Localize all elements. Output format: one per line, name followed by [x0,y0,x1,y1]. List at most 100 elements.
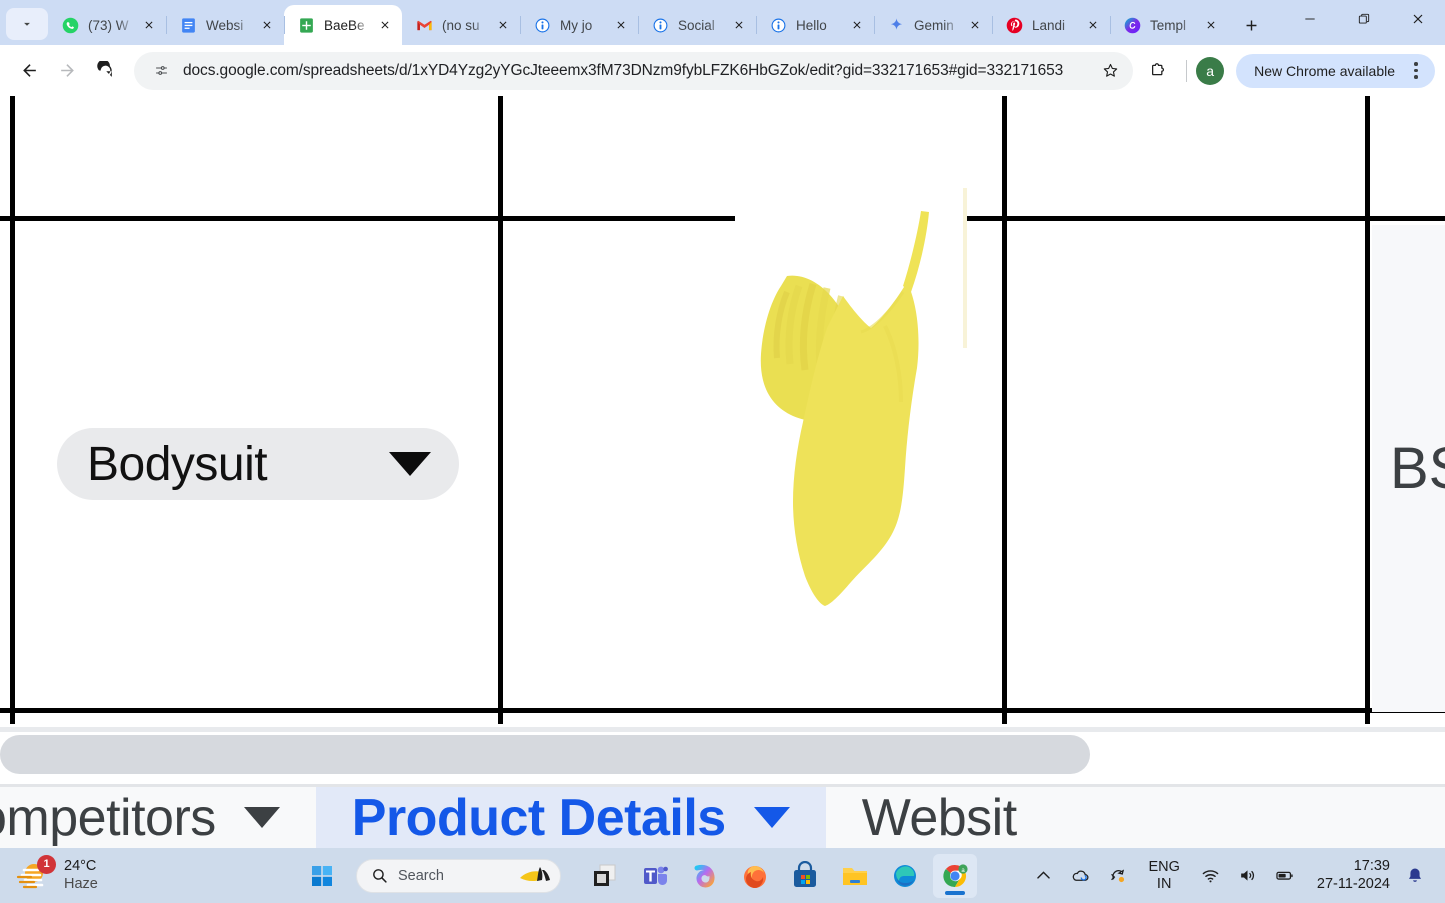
task-view-button[interactable] [583,854,627,898]
grid-horizontal-line-bottom [0,708,1445,713]
forward-button[interactable] [48,52,86,90]
tab-title: Hello [796,17,827,33]
windows-start-icon [312,865,332,886]
close-icon [263,21,271,29]
tab-separator [756,16,757,34]
tab-separator [520,16,521,34]
star-icon [1103,63,1117,77]
browser-tab-my-job[interactable]: My jo [520,5,638,45]
microsoft-store-button[interactable] [783,854,827,898]
close-window-button[interactable] [1391,0,1445,38]
browser-tab-whatsapp[interactable]: (73) W [48,5,166,45]
close-icon [971,21,979,29]
cell-text: BS [1390,436,1445,501]
tray-overflow-button[interactable] [1025,854,1062,898]
sheet-tab-competitors[interactable]: ompetitors [0,787,316,848]
profile-avatar[interactable]: a [1196,56,1225,85]
browser-tab-template[interactable]: Templ [1110,5,1228,45]
google-sheets-icon [298,17,315,34]
sheet-tab-product-details[interactable]: Product Details [315,787,826,848]
sheet-tab-bar: ompetitors Product Details Websit [0,784,1445,848]
spreadsheet-grid[interactable]: Bodysuit BS [0,96,1445,724]
chevron-down-icon[interactable] [243,807,280,828]
tab-close-button[interactable] [610,14,632,36]
browser-tab-gemini[interactable]: Gemin [874,5,992,45]
tab-close-button[interactable] [374,14,396,36]
tab-close-button[interactable] [1200,14,1222,36]
battery-button[interactable] [1266,854,1303,898]
grid-horizontal-line-top [0,216,1445,221]
tab-close-button[interactable] [492,14,514,36]
restore-icon [1358,13,1370,24]
maximize-button[interactable] [1337,0,1391,38]
tab-close-button[interactable] [728,14,750,36]
clock[interactable]: 17:39 27-11-2024 [1303,858,1401,893]
tab-close-button[interactable] [138,14,160,36]
tab-separator [284,16,285,34]
tab-close-button[interactable] [964,14,986,36]
tab-title: (no su [442,17,480,33]
browser-tab-baebe-sheet[interactable]: BaeBe [284,5,402,45]
microsoft-teams-button[interactable] [633,854,677,898]
browser-tab-landing[interactable]: Landi [992,5,1110,45]
partial-text-cell[interactable]: BS [1372,225,1445,712]
tab-close-button[interactable] [256,14,278,36]
gmail-icon [416,17,433,34]
windows-update-button[interactable] [1099,854,1136,898]
tab-separator [874,16,875,34]
language-line-2: IN [1156,875,1172,892]
wifi-icon [1202,870,1219,883]
browser-tab-gmail[interactable]: (no su [402,5,520,45]
browser-tab-social[interactable]: Social [638,5,756,45]
product-image-cell[interactable] [735,96,967,696]
clock-date: 27-11-2024 [1316,875,1390,892]
new-tab-button[interactable] [1234,8,1268,42]
browser-tab-hello[interactable]: Hello [756,5,874,45]
bookmark-button[interactable] [1095,56,1125,86]
tab-close-button[interactable] [1082,14,1104,36]
chrome-update-button[interactable]: New Chrome available [1236,53,1435,88]
google-chrome-icon: a [943,863,968,887]
microsoft-edge-button[interactable] [883,854,927,898]
system-tray: ENG IN 17:39 27-11-2024 [1025,854,1445,898]
browser-tab-website-doc[interactable]: Websi [166,5,284,45]
start-button[interactable] [300,854,344,898]
weather-condition: Haze [64,875,98,892]
tab-search-button[interactable] [6,8,48,40]
taskbar-search-box[interactable]: Search [356,858,561,893]
chevron-down-icon[interactable] [389,452,431,476]
bell-icon [1409,868,1421,882]
file-explorer-button[interactable] [833,854,877,898]
reload-button[interactable] [86,52,124,90]
chevron-up-icon [1037,871,1051,879]
back-arrow-icon [22,64,36,77]
address-bar[interactable]: docs.google.com/spreadsheets/d/1xYD4Yzg2… [134,51,1134,90]
copilot-button[interactable] [683,854,727,898]
notifications-button[interactable] [1401,866,1433,886]
tab-title: Landi [1032,17,1066,33]
taskbar-center: Search a [300,853,1025,898]
wifi-button[interactable] [1192,854,1229,898]
horizontal-scrollbar-track[interactable] [0,724,1445,779]
grid-vertical-line-2 [498,96,503,724]
extensions-button[interactable] [1139,52,1177,90]
bodysuit-dropdown-chip[interactable]: Bodysuit [57,428,459,500]
volume-button[interactable] [1229,854,1266,898]
minimize-button[interactable] [1283,0,1337,38]
tab-close-button[interactable] [846,14,868,36]
sheet-tab-website[interactable]: Websit [826,787,1053,848]
chevron-down-icon[interactable] [753,807,790,828]
three-dot-menu-icon[interactable] [1403,62,1429,79]
language-indicator[interactable]: ENG IN [1136,859,1191,892]
back-button[interactable] [10,52,48,90]
site-settings-icon[interactable] [148,58,174,84]
info-icon [652,17,669,34]
tab-title: Websi [206,17,244,33]
google-chrome-button[interactable]: a [933,853,977,898]
close-icon [145,21,153,29]
taskbar-weather-widget[interactable]: 1 24°C Haze [0,854,300,893]
onedrive-sync-icon [1073,870,1089,881]
onedrive-button[interactable] [1062,854,1099,898]
firefox-button[interactable] [733,854,777,898]
horizontal-scrollbar-thumb[interactable] [0,735,1090,774]
